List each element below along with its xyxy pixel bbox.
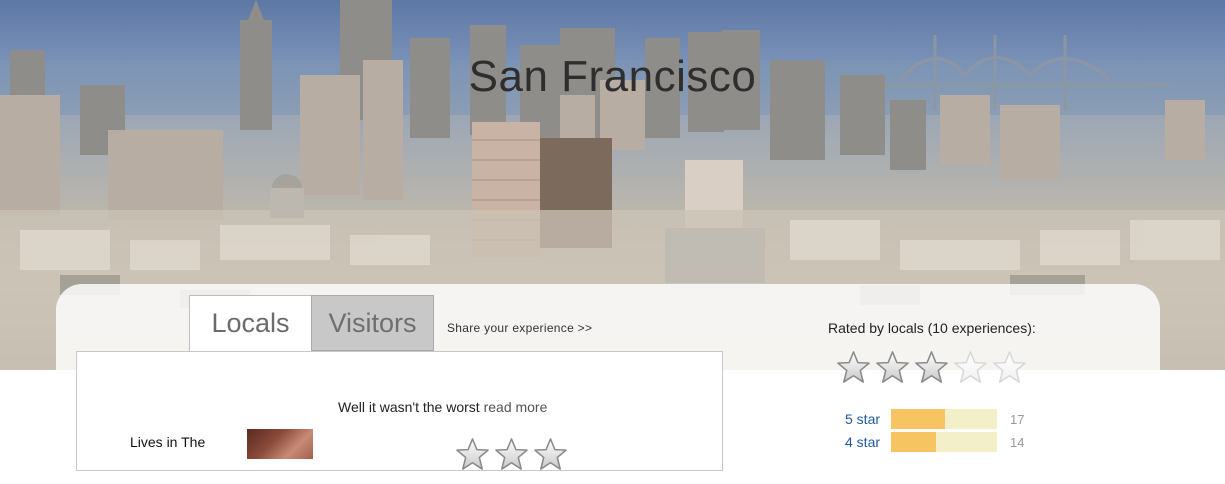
- summary-star-rating: [836, 350, 1027, 385]
- breakdown-5-star-bar: [891, 409, 997, 429]
- review-star-rating: [455, 437, 568, 472]
- share-experience-link[interactable]: Share your experience >>: [447, 321, 592, 335]
- star-empty-icon: [993, 351, 1026, 383]
- star-filled-icon: [534, 438, 567, 470]
- star-empty-icon: [954, 351, 987, 383]
- tab-locals[interactable]: Locals: [189, 295, 312, 351]
- review-headline: Well it wasn't the worst read more: [338, 399, 547, 415]
- tab-visitors-label: Visitors: [328, 307, 417, 338]
- reviewer-location: Lives in The: [130, 434, 206, 450]
- reviewer-avatar[interactable]: [247, 429, 313, 459]
- tab-locals-label: Locals: [211, 308, 290, 338]
- city-title: San Francisco: [468, 52, 757, 101]
- read-more-link[interactable]: read more: [484, 399, 548, 415]
- breakdown-4-star-fill: [891, 432, 936, 452]
- breakdown-4-star-link[interactable]: 4 star: [845, 434, 891, 450]
- star-filled-icon: [915, 351, 948, 383]
- star-filled-icon: [837, 351, 870, 383]
- breakdown-row-5-star: 5 star 17: [845, 409, 1024, 429]
- rated-by-locals-label: Rated by locals (10 experiences):: [828, 320, 1036, 336]
- breakdown-4-star-count: 14: [1010, 434, 1025, 450]
- breakdown-5-star-fill: [891, 409, 946, 429]
- breakdown-row-4-star: 4 star 14: [845, 432, 1024, 452]
- breakdown-5-star-count: 17: [1010, 411, 1025, 427]
- breakdown-4-star-bar: [891, 432, 997, 452]
- review-title: Well it wasn't the worst: [338, 399, 480, 415]
- star-filled-icon: [495, 438, 528, 470]
- breakdown-5-star-link[interactable]: 5 star: [845, 411, 891, 427]
- tab-visitors[interactable]: Visitors: [311, 295, 434, 351]
- star-filled-icon: [456, 438, 489, 470]
- star-filled-icon: [876, 351, 909, 383]
